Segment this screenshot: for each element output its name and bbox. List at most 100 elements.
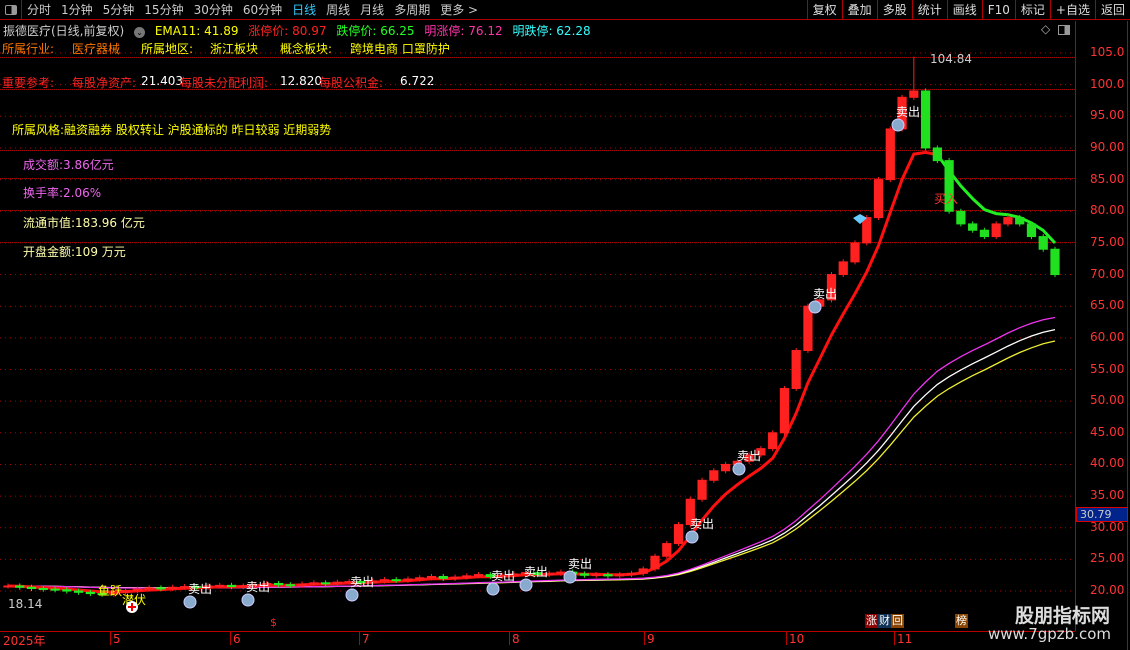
x-tick	[894, 631, 895, 645]
sell-signal: 卖出	[690, 517, 714, 531]
x-tick-label: 6	[233, 632, 241, 646]
x-tick	[230, 631, 231, 645]
sell-signal: 卖出	[188, 582, 212, 596]
y-tick-label: 40.00	[1090, 456, 1125, 471]
candle-body	[26, 586, 37, 590]
y-tick-label: 100.0	[1090, 76, 1125, 91]
candle-body	[156, 587, 166, 590]
x-tick-label: 8	[512, 632, 520, 646]
candle-body	[1003, 217, 1013, 225]
y-tick-label: 85.00	[1090, 171, 1125, 186]
candle-body	[626, 572, 637, 576]
ma-line-white	[8, 328, 1056, 589]
sell-signal: 卖出	[568, 557, 592, 571]
x-tick	[509, 631, 510, 645]
sad-face-icon	[808, 300, 822, 314]
candle-body	[215, 584, 225, 587]
y-tick-label: 80.00	[1090, 203, 1125, 218]
review-badge[interactable]: 回	[891, 614, 904, 628]
candle-body	[73, 590, 84, 593]
limit-up-badge[interactable]: 涨	[865, 614, 878, 628]
candle-body	[968, 223, 978, 231]
y-tick-label: 60.00	[1090, 329, 1125, 344]
candle-body	[132, 588, 143, 591]
candle-body	[321, 582, 331, 585]
candlestick-chart[interactable]: 104.8418.14卖出 卖出 卖出 卖出 卖出卖出卖出卖出卖出卖出买入鱼跃潜伏$	[0, 0, 1075, 632]
candle-body	[3, 585, 13, 588]
candle-body	[779, 387, 790, 434]
candle-body	[932, 147, 942, 162]
x-axis-line	[0, 631, 1075, 632]
candle-body	[1038, 236, 1048, 250]
candle-body	[920, 90, 931, 149]
candle-body	[991, 223, 1001, 238]
candle-body	[226, 584, 237, 588]
candle-body	[603, 574, 613, 577]
y-tick-label: 55.00	[1090, 361, 1125, 376]
candle-body	[873, 179, 884, 219]
ranking-badge[interactable]: 榜	[955, 614, 968, 628]
candle-body	[309, 582, 319, 585]
candle-body	[62, 589, 72, 592]
candle-body	[473, 574, 484, 577]
candle-body	[85, 591, 95, 595]
candle-body	[579, 573, 590, 576]
candle-body	[332, 581, 343, 584]
candle-body	[650, 555, 660, 570]
x-tick	[644, 631, 645, 645]
candle-body	[15, 585, 25, 588]
candle-body	[426, 575, 437, 579]
candle-body	[591, 574, 601, 577]
candle-body	[168, 586, 178, 590]
candle-body	[50, 588, 60, 591]
candle-body	[1026, 223, 1037, 238]
candle-body	[709, 470, 719, 481]
candle-body	[556, 571, 566, 574]
candle-body	[956, 210, 966, 225]
sad-face-icon	[519, 578, 533, 592]
candle-body	[673, 524, 684, 545]
sell-signal: 卖出	[896, 105, 920, 119]
sad-face-icon	[241, 593, 255, 607]
sad-face-icon	[183, 595, 197, 609]
candle-body	[415, 577, 425, 580]
candle-body	[438, 575, 448, 579]
x-tick-label: 9	[647, 632, 655, 646]
candle-body	[720, 463, 731, 472]
current-price-tag: 30.79	[1076, 507, 1128, 522]
watermark-name: 股朋指标网	[1015, 605, 1111, 627]
candle-body	[838, 261, 848, 276]
sell-signal: 卖出	[246, 580, 270, 594]
candle-body	[144, 587, 154, 590]
candle-body	[38, 588, 48, 591]
sad-face-icon	[563, 570, 577, 584]
y-tick-label: 65.00	[1090, 298, 1125, 313]
x-tick-label: 11	[897, 632, 913, 646]
sad-face-icon	[345, 588, 359, 602]
candle-body	[697, 479, 707, 500]
scrollbar-line[interactable]	[1127, 21, 1128, 650]
sell-signal: 卖出	[813, 287, 837, 301]
sad-face-icon	[685, 530, 699, 544]
candle-body	[391, 579, 401, 582]
candle-body	[297, 583, 307, 586]
sad-face-icon	[486, 582, 500, 596]
candle-body	[862, 217, 872, 244]
dividend-marker-icon: $	[270, 616, 277, 629]
jump-signal: 鱼跃	[98, 584, 122, 598]
candle-body	[273, 582, 284, 586]
buy-signal: 买入	[934, 192, 958, 206]
finance-badge[interactable]: 财	[878, 614, 891, 628]
x-tick-label: 7	[362, 632, 370, 646]
candle-body	[462, 575, 472, 578]
candle-body	[885, 128, 895, 181]
sad-face-icon	[732, 462, 746, 476]
x-tick-label: 5	[113, 632, 121, 646]
watermark-url: www.7gpzb.com	[988, 625, 1111, 643]
x-tick	[110, 631, 111, 645]
x-tick	[786, 631, 787, 645]
toolbar-button[interactable]: 返回	[1094, 0, 1130, 20]
candle-body	[403, 578, 413, 581]
candle-body	[803, 305, 813, 352]
y-tick-label: 75.00	[1090, 234, 1125, 249]
